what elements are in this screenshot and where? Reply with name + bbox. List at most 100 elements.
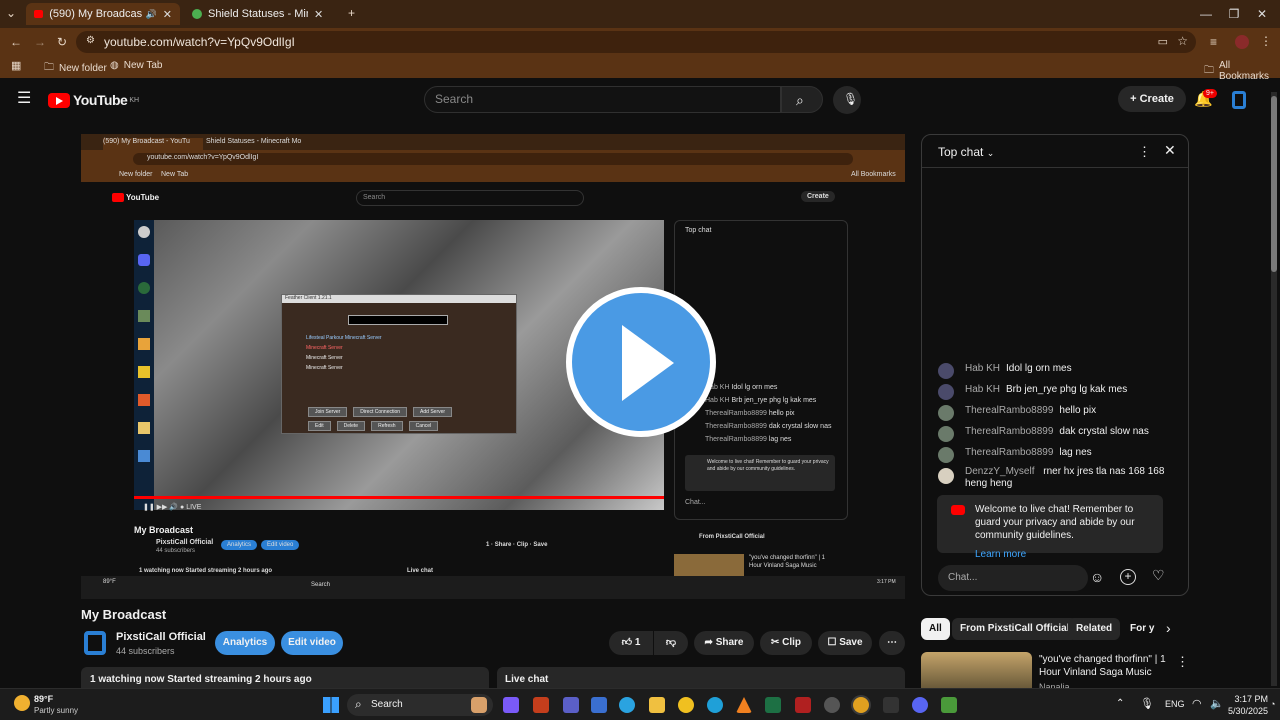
app-icon[interactable]: [795, 697, 811, 713]
minecraft-icon[interactable]: [941, 697, 957, 713]
vlc-icon[interactable]: [736, 697, 752, 713]
top-chat-dropdown[interactable]: Top chat ⌄: [938, 145, 994, 159]
filter-chip-channel[interactable]: From PixstiCall Official: [952, 618, 1078, 640]
store-icon[interactable]: [591, 697, 607, 713]
voice-search-button[interactable]: 🎙: [833, 86, 861, 114]
forward-icon[interactable]: →: [34, 35, 46, 49]
excel-icon[interactable]: [765, 697, 781, 713]
recommended-more-icon[interactable]: ⋮: [1176, 654, 1189, 670]
clock-date[interactable]: 5/30/2025: [1222, 706, 1268, 716]
filter-chip-all[interactable]: All: [921, 618, 950, 640]
dislike-button[interactable]: 👎︎: [654, 631, 688, 655]
heart-icon[interactable]: ♡: [1152, 567, 1165, 584]
live-chat-header[interactable]: Live chat: [497, 667, 905, 688]
all-bookmarks[interactable]: 🗀 All Bookmarks: [1204, 60, 1280, 82]
tab-shield-statuses[interactable]: Shield Statuses - Minecraft Mo ✕: [184, 3, 340, 25]
tab-search-icon[interactable]: ⌄: [6, 6, 16, 20]
new-tab-icon[interactable]: +: [348, 6, 355, 20]
play-button[interactable]: [566, 287, 716, 437]
like-button[interactable]: 👍︎ 1: [609, 631, 653, 655]
copilot-icon[interactable]: [503, 697, 519, 713]
language-indicator[interactable]: ENG: [1165, 699, 1185, 709]
create-button[interactable]: + Create: [1118, 86, 1186, 112]
hamburger-menu-icon[interactable]: ☰: [17, 91, 31, 107]
close-chat-icon[interactable]: ✕: [1164, 142, 1176, 159]
edit-video-button[interactable]: Edit video: [281, 631, 343, 655]
minimize-icon[interactable]: —: [1192, 4, 1220, 24]
restore-icon[interactable]: ❐: [1220, 4, 1248, 24]
more-options-icon[interactable]: ⋮: [1138, 144, 1151, 160]
avatar: [938, 384, 954, 400]
chat-author[interactable]: TherealRambo8899: [965, 405, 1053, 421]
close-tab-icon[interactable]: ✕: [163, 8, 172, 21]
weather-desc[interactable]: Partly sunny: [34, 706, 78, 715]
omnibox[interactable]: ⚙ youtube.com/watch?v=YpQv9OdlIgI ▭ ☆: [76, 31, 1196, 53]
github-icon[interactable]: [824, 697, 840, 713]
scrollbar-thumb[interactable]: [1271, 96, 1277, 272]
chrome-active-icon[interactable]: [853, 697, 869, 713]
powerpoint-icon[interactable]: [533, 697, 549, 713]
description-header[interactable]: 1 watching now Started streaming 2 hours…: [81, 667, 489, 688]
telegram-icon[interactable]: [619, 697, 635, 713]
notification-center-icon[interactable]: ◔: [1270, 699, 1275, 709]
weather-temp[interactable]: 89°F: [34, 694, 53, 704]
windows-start-icon[interactable]: [323, 697, 339, 713]
file-explorer-icon[interactable]: [649, 697, 665, 713]
tray-chevron-icon[interactable]: ⌃: [1116, 698, 1124, 709]
bookmark-new-folder[interactable]: 🗀 New folder: [44, 60, 107, 77]
add-icon[interactable]: +: [1120, 569, 1136, 585]
youtube-logo[interactable]: YouTube KH: [48, 92, 139, 108]
mic-tray-icon[interactable]: 🎙: [1140, 697, 1154, 710]
save-button[interactable]: ☐ Save: [818, 631, 872, 655]
chat-scrollbar[interactable]: [1180, 171, 1185, 551]
filter-chip-for-you[interactable]: For y: [1122, 618, 1162, 640]
chat-author[interactable]: DenzzY_Myself: [965, 466, 1034, 477]
teams-icon[interactable]: [563, 697, 579, 713]
chat-author[interactable]: Hab KH: [965, 384, 1000, 400]
edge-icon[interactable]: [707, 697, 723, 713]
audio-icon[interactable]: 🔊: [146, 9, 157, 20]
taskbar-search[interactable]: ⌕ Search: [347, 694, 493, 716]
chat-author[interactable]: TherealRambo8899: [965, 426, 1053, 442]
learn-more-link[interactable]: Learn more: [975, 548, 1153, 561]
chat-author[interactable]: TherealRambo8899: [965, 447, 1053, 463]
weather-icon[interactable]: [14, 695, 30, 711]
profile-avatar[interactable]: [1235, 35, 1249, 49]
close-window-icon[interactable]: ✕: [1248, 4, 1276, 24]
analytics-button[interactable]: Analytics: [215, 631, 275, 655]
filter-chip-related[interactable]: Related: [1068, 618, 1121, 640]
bookmark-star-icon[interactable]: ☆: [1177, 34, 1188, 48]
channel-avatar[interactable]: [84, 631, 106, 655]
channel-avatar[interactable]: [1232, 91, 1246, 109]
channel-name[interactable]: PixstiCall Official: [116, 631, 206, 643]
recommended-thumbnail[interactable]: [921, 652, 1032, 688]
tab-youtube[interactable]: (590) My Broadcast - YouTu 🔊 ✕: [26, 3, 180, 25]
capcut-icon[interactable]: [883, 697, 899, 713]
clock-time[interactable]: 3:17 PM: [1234, 694, 1268, 704]
recommended-title[interactable]: "you've changed thorfinn" | 1 Hour Vinla…: [1039, 653, 1167, 679]
share-button[interactable]: ➦ Share: [694, 631, 754, 655]
page-scrollbar[interactable]: [1271, 92, 1277, 686]
site-info-icon[interactable]: ⚙: [86, 35, 95, 46]
close-tab-icon[interactable]: ✕: [314, 8, 323, 21]
chevron-right-icon[interactable]: ›: [1166, 620, 1171, 636]
emoji-icon[interactable]: ☺: [1090, 569, 1104, 585]
search-input[interactable]: Search: [424, 86, 781, 113]
chat-author[interactable]: Hab KH: [965, 363, 1000, 379]
chrome-icon[interactable]: [678, 697, 694, 713]
media-control-icon[interactable]: ≡: [1210, 35, 1217, 49]
back-icon[interactable]: ←: [10, 35, 22, 49]
clip-button[interactable]: ✂ Clip: [760, 631, 812, 655]
reload-icon[interactable]: ↻: [57, 35, 67, 49]
chat-input[interactable]: Chat...: [938, 565, 1088, 591]
video-player[interactable]: (590) My Broadcast - YouTu Shield Status…: [81, 134, 905, 599]
wifi-icon[interactable]: ◠: [1192, 697, 1202, 710]
search-button[interactable]: ⌕: [781, 86, 823, 113]
url-text[interactable]: youtube.com/watch?v=YpQv9OdlIgI: [104, 35, 295, 49]
more-actions-icon[interactable]: ⋯: [879, 631, 905, 655]
apps-icon[interactable]: ▦: [11, 59, 21, 72]
bookmark-new-tab[interactable]: ◍ New Tab: [110, 60, 162, 71]
cast-icon[interactable]: ▭: [1158, 35, 1168, 48]
menu-icon[interactable]: ⋮: [1260, 34, 1272, 48]
discord-icon[interactable]: [912, 697, 928, 713]
